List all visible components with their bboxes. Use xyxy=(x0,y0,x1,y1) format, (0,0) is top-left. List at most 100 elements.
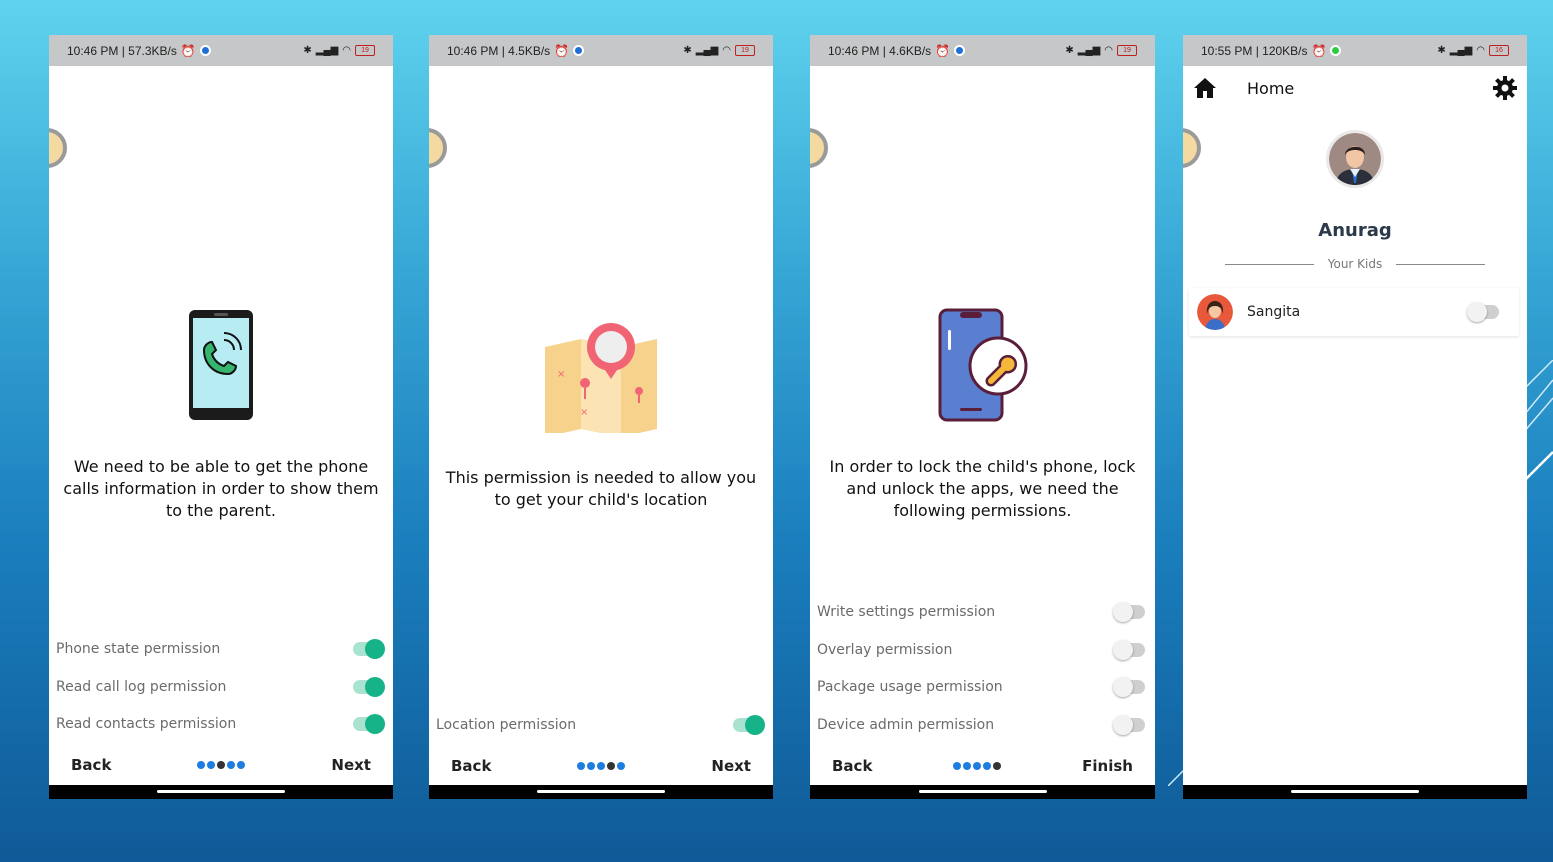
onboarding-nav: Back Next xyxy=(429,755,773,777)
floating-bubble[interactable] xyxy=(429,128,447,168)
step-indicator xyxy=(197,761,246,769)
kid-list-item[interactable]: Sangita xyxy=(1189,288,1519,336)
finish-button[interactable]: Finish xyxy=(1082,757,1133,775)
status-bar: 10:46 PM | 4.6KB/s ⏰ ✱ ▂▄▆ ◠ 19 xyxy=(810,35,1155,66)
app-bar: Home xyxy=(1183,66,1527,110)
permission-row: Read call log permission xyxy=(56,675,385,699)
status-bar: 10:46 PM | 4.5KB/s ⏰ ✱ ▂▄▆ ◠ 19 xyxy=(429,35,773,66)
bluetooth-icon: ✱ xyxy=(303,45,312,56)
status-time: 10:46 PM | 4.6KB/s xyxy=(828,43,932,58)
permission-label: Read contacts permission xyxy=(56,716,237,732)
permission-row: Overlay permission xyxy=(817,638,1145,662)
permission-message: This permission is needed to allow you t… xyxy=(445,468,757,509)
profile-name: Anurag xyxy=(1318,220,1392,241)
permission-row: Phone state permission xyxy=(56,637,385,661)
bluetooth-icon: ✱ xyxy=(1065,45,1074,56)
next-button[interactable]: Next xyxy=(711,757,751,775)
onboarding-nav: Back Next xyxy=(49,754,393,776)
svg-text:×: × xyxy=(580,407,588,418)
notification-dot xyxy=(954,45,966,56)
back-button[interactable]: Back xyxy=(832,757,872,775)
home-icon[interactable] xyxy=(1193,77,1217,99)
kid-avatar-image xyxy=(1197,294,1233,330)
svg-text:×: × xyxy=(557,369,565,380)
permission-row: Write settings permission xyxy=(817,600,1145,624)
gesture-bar[interactable] xyxy=(429,785,773,799)
status-bar: 10:46 PM | 57.3KB/s ⏰ ✱ ▂▄▆ ◠ 19 xyxy=(49,35,393,66)
screen-lock-permissions: 10:46 PM | 4.6KB/s ⏰ ✱ ▂▄▆ ◠ 19 In order to … xyxy=(810,35,1155,799)
floating-bubble[interactable] xyxy=(49,128,67,168)
status-time: 10:46 PM | 57.3KB/s xyxy=(67,43,177,58)
notification-dot xyxy=(1330,45,1342,56)
gear-icon[interactable] xyxy=(1493,76,1517,100)
battery-icon: 19 xyxy=(355,45,375,56)
permission-row: Location permission xyxy=(436,713,765,737)
permission-label: Overlay permission xyxy=(817,642,953,658)
kid-toggle[interactable] xyxy=(1467,302,1499,322)
permission-message: We need to be able to get the phone call… xyxy=(63,457,379,520)
permission-toggle[interactable] xyxy=(353,714,385,734)
permission-toggle[interactable] xyxy=(1113,640,1145,660)
notification-dot xyxy=(199,45,211,56)
onboarding-nav: Back Finish xyxy=(810,755,1155,777)
step-indicator xyxy=(953,762,1002,770)
permission-label: Read call log permission xyxy=(56,679,227,695)
permission-row: Package usage permission xyxy=(817,675,1145,699)
status-bar: 10:55 PM | 120KB/s ⏰ ✱ ▂▄▆ ◠ 16 xyxy=(1183,35,1527,66)
step-indicator xyxy=(577,762,626,770)
signal-icon: ▂▄▆ xyxy=(1449,45,1473,56)
signal-icon: ▂▄▆ xyxy=(695,45,719,56)
permission-toggle[interactable] xyxy=(1113,715,1145,735)
floating-bubble[interactable] xyxy=(1183,128,1201,168)
avatar[interactable] xyxy=(1326,130,1384,188)
wifi-icon: ◠ xyxy=(1104,45,1113,56)
your-kids-label: Your Kids xyxy=(1327,257,1383,271)
permission-label: Phone state permission xyxy=(56,641,221,657)
wifi-icon: ◠ xyxy=(1476,45,1485,56)
battery-icon: 16 xyxy=(1489,45,1509,56)
permission-toggle[interactable] xyxy=(1113,602,1145,622)
status-time: 10:46 PM | 4.5KB/s xyxy=(447,43,551,58)
alarm-icon: ⏰ xyxy=(554,43,570,58)
kid-name: Sangita xyxy=(1247,304,1301,320)
permission-label: Package usage permission xyxy=(817,679,1003,695)
parent-avatar-image xyxy=(1329,133,1381,185)
back-button[interactable]: Back xyxy=(451,757,491,775)
bluetooth-icon: ✱ xyxy=(683,45,692,56)
wifi-icon: ◠ xyxy=(342,45,351,56)
next-button[interactable]: Next xyxy=(331,756,371,774)
notification-dot xyxy=(573,45,585,56)
section-divider: Your Kids xyxy=(1225,257,1485,271)
permission-toggle[interactable] xyxy=(353,639,385,659)
permission-message: In order to lock the child's phone, lock… xyxy=(829,457,1136,520)
battery-icon: 19 xyxy=(735,45,755,56)
status-time: 10:55 PM | 120KB/s xyxy=(1201,43,1308,58)
gesture-bar[interactable] xyxy=(810,785,1155,799)
permission-toggle[interactable] xyxy=(733,715,765,735)
permission-label: Write settings permission xyxy=(817,604,996,620)
alarm-icon: ⏰ xyxy=(1311,43,1327,58)
kid-avatar xyxy=(1197,294,1233,330)
signal-icon: ▂▄▆ xyxy=(1077,45,1101,56)
permission-label: Location permission xyxy=(436,717,577,733)
screen-home: 10:55 PM | 120KB/s ⏰ ✱ ▂▄▆ ◠ 16 Home Anurag … xyxy=(1183,35,1527,799)
permission-row: Read contacts permission xyxy=(56,712,385,736)
permission-label: Device admin permission xyxy=(817,717,995,733)
alarm-icon: ⏰ xyxy=(180,43,196,58)
permission-toggle[interactable] xyxy=(1113,677,1145,697)
back-button[interactable]: Back xyxy=(71,756,111,774)
bluetooth-icon: ✱ xyxy=(1437,45,1446,56)
phone-wrench-icon xyxy=(938,308,1027,422)
signal-icon: ▂▄▆ xyxy=(315,45,339,56)
permission-row: Device admin permission xyxy=(817,713,1145,737)
floating-bubble[interactable] xyxy=(810,128,828,168)
screen-call-permissions: 10:46 PM | 57.3KB/s ⏰ ✱ ▂▄▆ ◠ 19 We need to … xyxy=(49,35,393,799)
gesture-bar[interactable] xyxy=(49,785,393,799)
screen-location-permission: 10:46 PM | 4.5KB/s ⏰ ✱ ▂▄▆ ◠ 19 × × This per… xyxy=(429,35,773,799)
alarm-icon: ⏰ xyxy=(935,43,951,58)
gesture-bar[interactable] xyxy=(1183,785,1527,799)
phone-call-icon xyxy=(189,310,253,420)
wifi-icon: ◠ xyxy=(722,45,731,56)
map-location-icon: × × xyxy=(545,323,657,433)
permission-toggle[interactable] xyxy=(353,677,385,697)
